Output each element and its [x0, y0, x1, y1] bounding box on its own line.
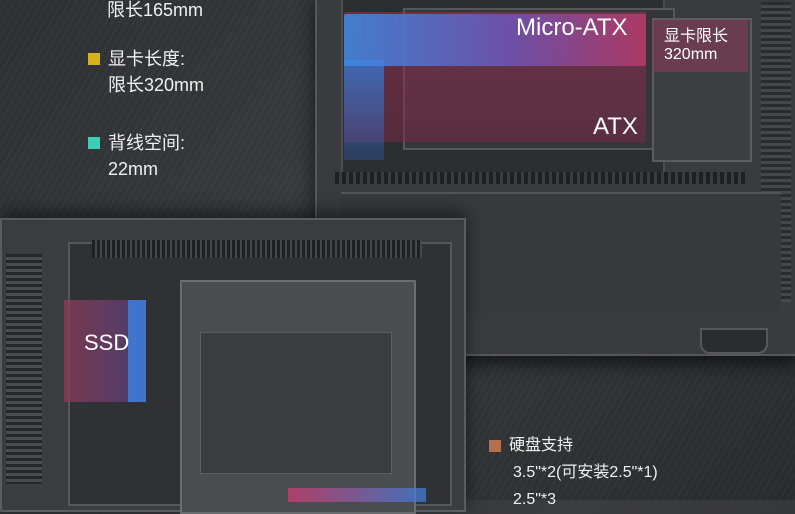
- ssd-mount-highlight: [128, 300, 146, 402]
- gpu-length-value: 限长320mm: [108, 75, 205, 95]
- storage-label: 硬盘支持: [509, 437, 574, 454]
- gpu-limit-label: 显卡限长 320mm: [664, 28, 728, 64]
- cable-space-spec: 背线空间: 22mm: [88, 130, 185, 182]
- cpu-cooler-value: 限长165mm: [107, 0, 204, 20]
- atx-label: ATX: [593, 113, 638, 140]
- cable-bullet-icon: [88, 137, 100, 149]
- micro-atx-label: Micro-ATX: [516, 14, 628, 41]
- matx-side-highlight: [344, 60, 384, 160]
- ssd-label: SSD: [84, 330, 130, 355]
- cable-space-value: 22mm: [108, 159, 159, 179]
- motherboard-backplate: [180, 280, 416, 514]
- storage-spec: 硬盘支持 3.5"*2(可安装2.5"*1) 2.5"*3: [489, 432, 658, 513]
- gpu-bullet-icon: [88, 53, 100, 65]
- storage-bullet-icon: [489, 439, 501, 452]
- storage-line-1: 3.5"*2(可安装2.5"*1): [513, 464, 658, 481]
- gpu-length-spec: 显卡长度: 限长320mm: [88, 46, 204, 98]
- cable-space-label: 背线空间:: [108, 133, 186, 153]
- top-fan-grill: [92, 240, 422, 258]
- front-vent: [6, 254, 42, 484]
- cpu-cooler-spec: 限长165mm: [107, 0, 203, 23]
- gpu-length-label: 显卡长度:: [108, 49, 186, 69]
- bottom-rails: [335, 172, 745, 184]
- gpu-limit-label-line1: 显卡限长: [664, 28, 729, 45]
- case-foot: [700, 328, 768, 354]
- gpu-limit-label-line2: 320mm: [664, 46, 718, 63]
- cpu-cutout: [200, 332, 392, 474]
